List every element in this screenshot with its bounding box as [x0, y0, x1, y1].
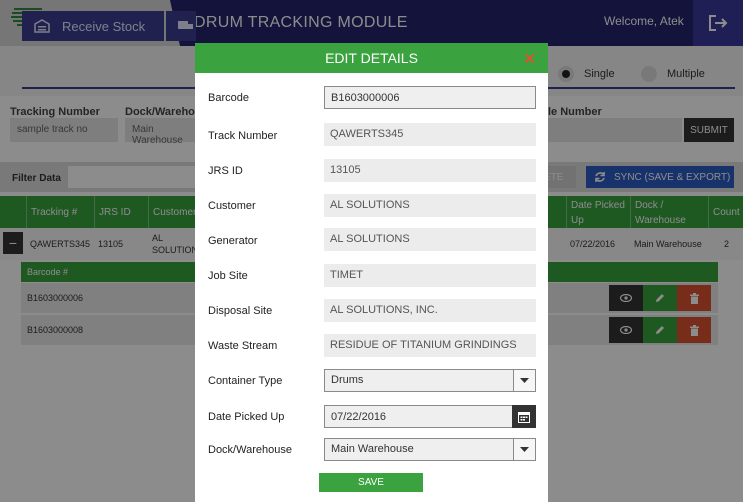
waste-stream-field[interactable]: RESIDUE OF TITANIUM GRINDINGS [324, 334, 536, 357]
dock-warehouse-label: Dock/Warehouse [208, 444, 292, 456]
dock-warehouse-select[interactable]: Main Warehouse [324, 438, 536, 461]
customer-label: Customer [208, 200, 256, 212]
job-site-field[interactable]: TIMET [324, 264, 536, 287]
disposal-site-label: Disposal Site [208, 305, 273, 317]
track-number-field[interactable]: QAWERTS345 [324, 123, 536, 146]
generator-label: Generator [208, 235, 258, 247]
container-type-value: Drums [331, 374, 364, 386]
modal-title: EDIT DETAILS [325, 50, 418, 66]
disposal-site-field[interactable]: AL SOLUTIONS, INC. [324, 299, 536, 322]
chevron-down-icon[interactable] [513, 439, 535, 460]
jrs-id-field[interactable]: 13105 [324, 159, 536, 182]
container-type-select[interactable]: Drums [324, 369, 536, 392]
barcode-field[interactable]: B1603000006 [324, 86, 536, 109]
track-number-label: Track Number [208, 130, 278, 142]
dock-warehouse-value: Main Warehouse [331, 443, 414, 455]
waste-stream-label: Waste Stream [208, 340, 278, 352]
date-picked-up-field[interactable]: 07/22/2016 [324, 405, 536, 428]
modal-header: EDIT DETAILS ✕ [195, 43, 548, 73]
container-type-label: Container Type [208, 375, 283, 387]
barcode-label: Barcode [208, 92, 249, 104]
customer-field[interactable]: AL SOLUTIONS [324, 194, 536, 217]
date-picked-up-label: Date Picked Up [208, 411, 285, 423]
save-button[interactable]: SAVE [319, 473, 423, 492]
jrs-id-label: JRS ID [208, 165, 243, 177]
close-icon[interactable]: ✕ [523, 50, 536, 68]
edit-details-modal: EDIT DETAILS ✕ Barcode B1603000006 Track… [195, 43, 548, 502]
calendar-icon[interactable] [512, 405, 536, 428]
chevron-down-icon[interactable] [513, 370, 535, 391]
job-site-label: Job Site [208, 270, 248, 282]
generator-field[interactable]: AL SOLUTIONS [324, 228, 536, 251]
date-picked-up-value: 07/22/2016 [331, 411, 387, 423]
